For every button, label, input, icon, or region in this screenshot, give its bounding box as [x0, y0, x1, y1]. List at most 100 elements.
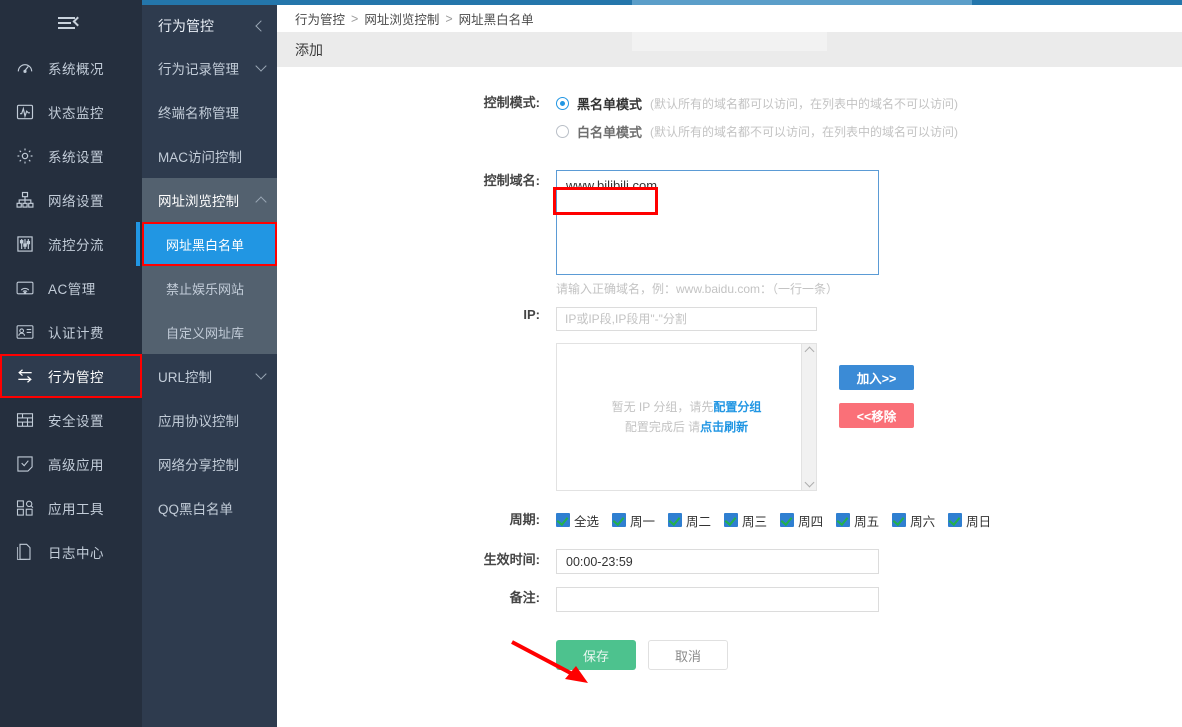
sidebar-item-0[interactable]: 系统概况	[0, 46, 142, 90]
save-button[interactable]: 保存	[556, 640, 636, 670]
sidebar-item-label: 应用工具	[48, 502, 104, 517]
hamburger-collapse-icon	[58, 14, 84, 32]
effective-time-row: 生效时间:	[277, 549, 1182, 574]
radio-option-whitelist[interactable]: 白名单模式 (默认所有的域名都不可以访问，在列表中的域名可以访问)	[556, 120, 1182, 142]
sidebar-item-9[interactable]: 高级应用	[0, 442, 142, 486]
submenu-item-label: 自定义网址库	[166, 325, 245, 341]
chevron-left-icon[interactable]	[255, 19, 267, 32]
sidebar-item-7[interactable]: 行为管控	[0, 354, 142, 398]
weekday-checkbox-4[interactable]: 周四	[780, 511, 823, 530]
weekday-checkbox-7[interactable]: 周日	[948, 511, 991, 530]
breadcrumb-separator-1: >	[445, 11, 453, 26]
top-accent-bar-light-segment	[632, 0, 972, 5]
chevron-up-icon[interactable]	[255, 195, 267, 208]
brick-wall-icon	[14, 409, 36, 431]
sidebar-item-4[interactable]: 流控分流	[0, 222, 142, 266]
breadcrumb-item-0[interactable]: 行为管控	[295, 9, 345, 28]
submenu-item-1[interactable]: 终端名称管理	[142, 90, 277, 134]
submenu-item-4[interactable]: 网址黑白名单	[136, 222, 277, 266]
weekday-checkbox-2[interactable]: 周二	[668, 511, 711, 530]
page-title: 添加	[295, 41, 323, 58]
submenu-item-5[interactable]: 禁止娱乐网站	[142, 266, 277, 310]
weekday-label: 周五	[854, 514, 880, 529]
sidebar-collapse-button[interactable]	[0, 0, 142, 46]
scroll-up-icon[interactable]	[804, 346, 814, 357]
sidebar-item-8[interactable]: 安全设置	[0, 398, 142, 442]
checkbox-checked-icon[interactable]	[892, 513, 907, 527]
domain-textarea[interactable]	[556, 170, 879, 275]
submenu-item-label: 行为记录管理	[158, 62, 239, 77]
checkbox-checked-icon[interactable]	[948, 513, 963, 527]
ip-group-empty-message: 暂无 IP 分组，请先配置分组 配置完成后 请点击刷新	[557, 397, 816, 437]
submenu-title-row[interactable]: 行为管控	[142, 5, 277, 46]
sidebar-item-11[interactable]: 日志中心	[0, 530, 142, 574]
radio-blacklist-icon[interactable]	[556, 96, 569, 110]
cancel-button[interactable]: 取消	[648, 640, 728, 670]
radio-whitelist-icon[interactable]	[556, 124, 569, 138]
period-row: 周期: 全选 周一 周二 周三 周四 周五 周六 周日	[277, 509, 1182, 531]
ip-label: IP:	[523, 307, 540, 322]
domain-hint: 请输入正确域名，例：www.baidu.com：（一行一条）	[556, 282, 839, 296]
sidebar-item-2[interactable]: 系统设置	[0, 134, 142, 178]
period-label: 周期:	[509, 512, 540, 527]
submenu-item-2[interactable]: MAC访问控制	[142, 134, 277, 178]
sidebar-item-6[interactable]: 认证计费	[0, 310, 142, 354]
wifi-ac-icon	[14, 277, 36, 299]
checkbox-checked-icon[interactable]	[780, 513, 795, 527]
submenu-item-3[interactable]: 网址浏览控制	[142, 178, 277, 222]
submenu-item-label: MAC访问控制	[158, 150, 242, 165]
remark-label: 备注:	[509, 590, 540, 605]
empty-line2-text: 配置完成后 请	[624, 420, 701, 434]
sidebar-item-10[interactable]: 应用工具	[0, 486, 142, 530]
submenu-item-6[interactable]: 自定义网址库	[142, 310, 277, 354]
sidebar-item-5[interactable]: AC管理	[0, 266, 142, 310]
weekday-checkbox-group: 全选 周一 周二 周三 周四 周五 周六 周日	[556, 509, 1182, 531]
submenu-item-0[interactable]: 行为记录管理	[142, 46, 277, 90]
remark-input[interactable]	[556, 587, 879, 612]
scroll-down-icon[interactable]	[804, 477, 814, 488]
submenu-item-9[interactable]: 网络分享控制	[142, 442, 277, 486]
sidebar-item-label: 行为管控	[48, 370, 104, 385]
remark-field	[556, 587, 1182, 612]
weekday-checkbox-3[interactable]: 周三	[724, 511, 767, 530]
breadcrumb-item-1[interactable]: 网址浏览控制	[364, 9, 439, 28]
domain-row: 控制域名: 请输入正确域名，例：www.baidu.com：（一行一条）	[277, 170, 1182, 297]
checklist-icon	[14, 453, 36, 475]
submenu-item-7[interactable]: URL控制	[142, 354, 277, 398]
form-actions: 保存 取消	[556, 640, 1182, 670]
documents-icon	[14, 541, 36, 563]
chevron-down-icon[interactable]	[255, 60, 267, 72]
weekday-checkbox-6[interactable]: 周六	[892, 511, 935, 530]
remove-button[interactable]: <<移除	[839, 403, 914, 428]
ip-input[interactable]	[556, 307, 817, 331]
submenu-item-8[interactable]: 应用协议控制	[142, 398, 277, 442]
breadcrumb: 行为管控 > 网址浏览控制 > 网址黑白名单	[277, 5, 1182, 32]
weekday-label: 周三	[742, 514, 768, 529]
weekday-label: 周日	[966, 514, 992, 529]
gear-icon	[14, 145, 36, 167]
effective-time-input[interactable]	[556, 549, 879, 574]
ip-group-listbox[interactable]: 暂无 IP 分组，请先配置分组 配置完成后 请点击刷新	[556, 343, 817, 491]
checkbox-checked-icon[interactable]	[836, 513, 851, 527]
chevron-down-icon[interactable]	[255, 368, 267, 380]
configure-group-link[interactable]: 配置分组	[713, 400, 761, 414]
refresh-link[interactable]: 点击刷新	[700, 420, 748, 434]
checkbox-checked-icon[interactable]	[668, 513, 683, 527]
checkbox-checked-icon[interactable]	[724, 513, 739, 527]
radio-option-blacklist[interactable]: 黑名单模式 (默认所有的域名都可以访问，在列表中的域名不可以访问)	[556, 92, 1182, 114]
checkbox-checked-icon[interactable]	[556, 513, 570, 527]
effective-time-field	[556, 549, 1182, 574]
sidebar-item-1[interactable]: 状态监控	[0, 90, 142, 134]
weekday-checkbox-1[interactable]: 周一	[612, 511, 655, 530]
weekday-checkbox-5[interactable]: 周五	[836, 511, 879, 530]
ip-group-scrollbar[interactable]	[801, 344, 816, 490]
checkbox-checked-icon[interactable]	[612, 513, 627, 527]
sidebar-item-label: 网络设置	[48, 194, 104, 209]
add-button[interactable]: 加入>>	[839, 365, 914, 390]
weekday-checkbox-0[interactable]: 全选	[556, 511, 599, 530]
empty-line1-text: 暂无 IP 分组，请先	[611, 400, 714, 414]
top-accent-bar	[142, 0, 1182, 5]
effective-time-label: 生效时间:	[483, 552, 540, 567]
sidebar-item-3[interactable]: 网络设置	[0, 178, 142, 222]
submenu-item-10[interactable]: QQ黑白名单	[142, 486, 277, 530]
